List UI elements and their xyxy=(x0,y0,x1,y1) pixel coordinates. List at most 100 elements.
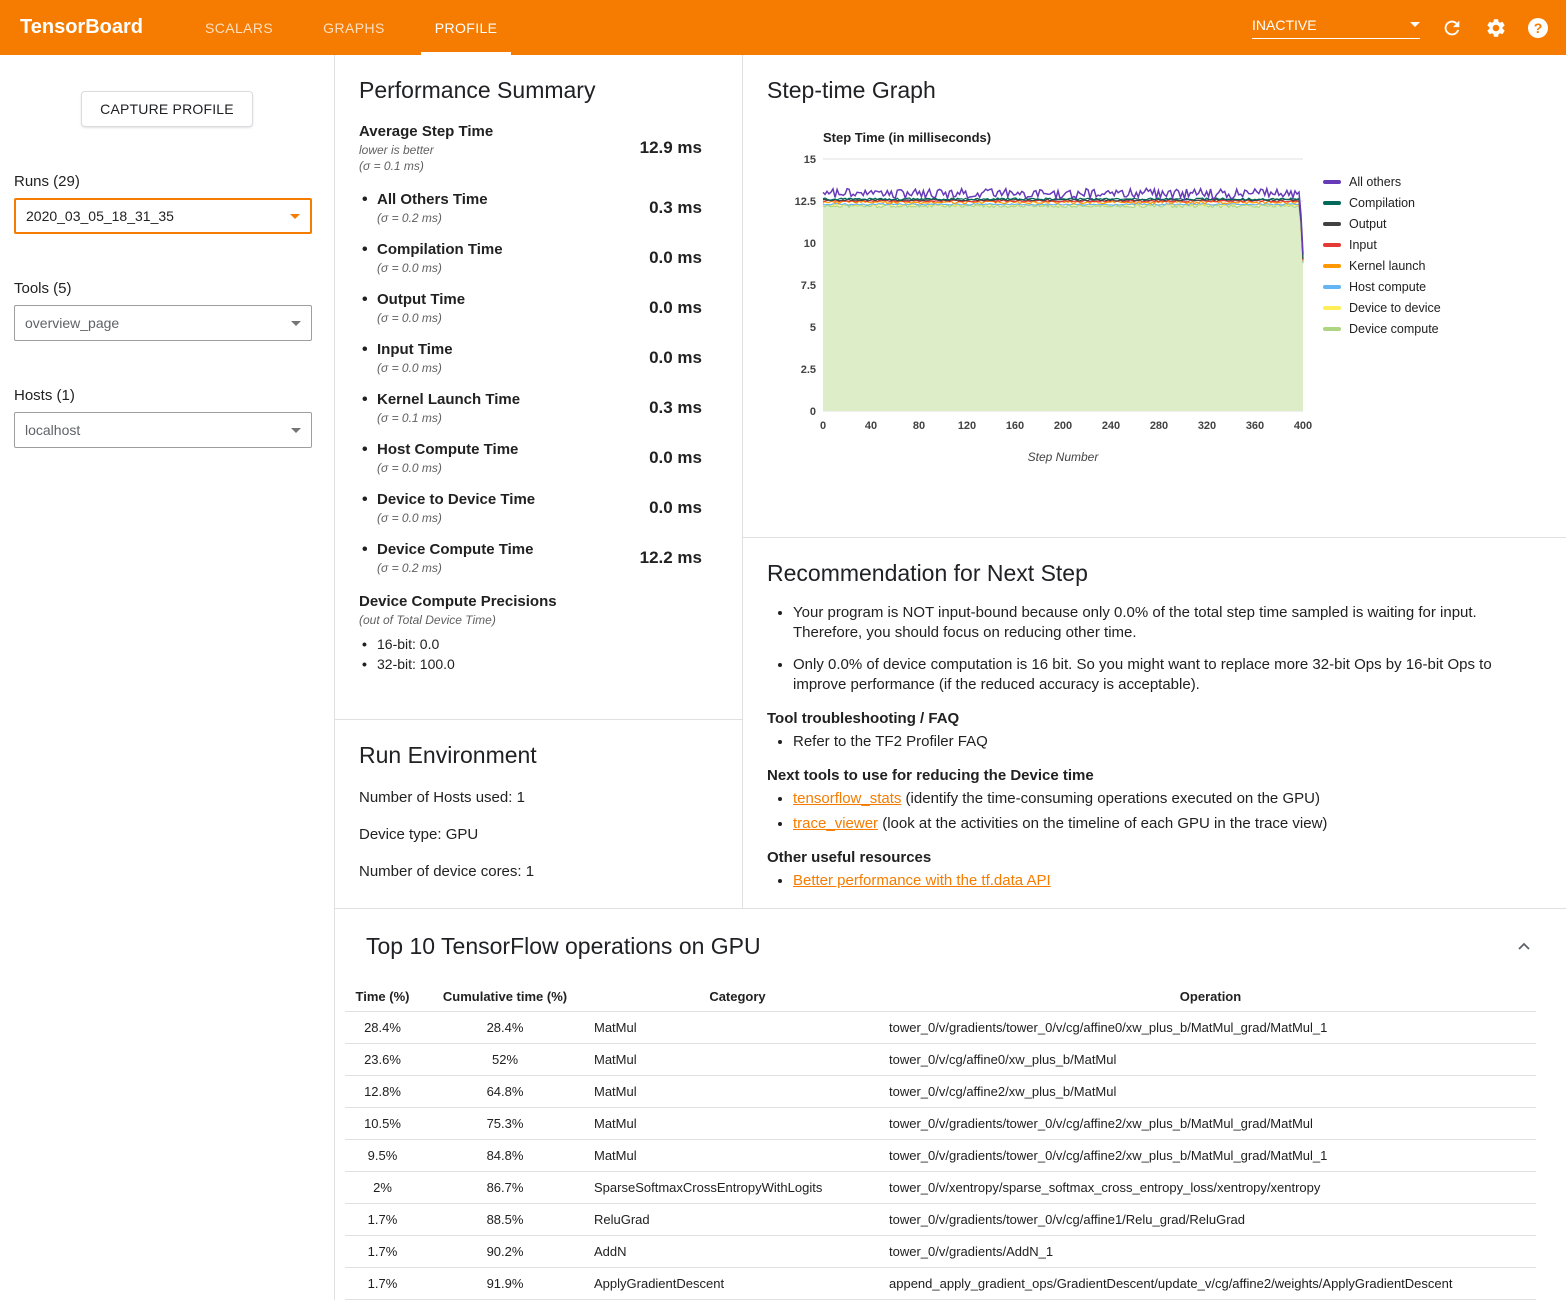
metric-sigma: (σ = 0.0 ms) xyxy=(377,510,535,526)
legend-item: Kernel launch xyxy=(1323,259,1441,273)
metric-sigma: (σ = 0.1 ms) xyxy=(359,158,493,174)
rec-link[interactable]: trace_viewer xyxy=(793,815,878,832)
right-column: Step-time Graph Step Time (in millisecon… xyxy=(743,55,1566,908)
app-root: TensorBoard SCALARSGRAPHSPROFILE INACTIV… xyxy=(0,0,1566,1300)
legend-label: Kernel launch xyxy=(1349,259,1425,273)
capture-profile-button[interactable]: CAPTURE PROFILE xyxy=(81,91,253,127)
rec-section-item: trace_viewer (look at the activities on … xyxy=(793,814,1522,834)
svg-text:40: 40 xyxy=(865,420,877,432)
svg-text:240: 240 xyxy=(1102,420,1120,432)
tab-profile[interactable]: PROFILE xyxy=(421,0,512,55)
metric-row: Host Compute Time(σ = 0.0 ms) 0.0 ms xyxy=(359,440,702,476)
top-ops-table: Time (%)Cumulative time (%)CategoryOpera… xyxy=(345,982,1536,1300)
tools-select[interactable]: overview_page xyxy=(14,305,312,341)
metric-label: Host Compute Time xyxy=(377,440,518,460)
svg-text:80: 80 xyxy=(913,420,925,432)
ops-col-header: Time (%) xyxy=(345,982,420,1012)
hosts-select[interactable]: localhost xyxy=(14,412,312,448)
rec-section-heading: Other useful resources xyxy=(767,849,1522,866)
env-line: Number of Hosts used: 1 xyxy=(359,789,718,806)
table-cell: SparseSoftmaxCrossEntropyWithLogits xyxy=(590,1172,885,1204)
tools-select-value: overview_page xyxy=(25,315,119,331)
table-cell: tower_0/v/gradients/tower_0/v/cg/affine1… xyxy=(885,1204,1536,1236)
app-header: TensorBoard SCALARSGRAPHSPROFILE INACTIV… xyxy=(0,0,1566,55)
metric-value: 12.2 ms xyxy=(640,548,702,568)
table-row: 10.5%75.3%MatMultower_0/v/gradients/towe… xyxy=(345,1108,1536,1140)
table-row: 1.7%90.2%AddNtower_0/v/gradients/AddN_1 xyxy=(345,1236,1536,1268)
gear-icon[interactable] xyxy=(1484,16,1508,40)
runs-select[interactable]: 2020_03_05_18_31_35 xyxy=(14,198,312,234)
status-dropdown[interactable]: INACTIVE xyxy=(1252,17,1420,39)
recommendation-bullet: Only 0.0% of device computation is 16 bi… xyxy=(793,655,1522,696)
metric-row: Input Time(σ = 0.0 ms) 0.0 ms xyxy=(359,340,702,376)
runs-label: Runs (29) xyxy=(14,173,320,190)
metric-row: Kernel Launch Time(σ = 0.1 ms)0.3 ms xyxy=(359,390,702,426)
metric-value: 0.0 ms xyxy=(649,348,702,368)
recommendation-bullets: Your program is NOT input-bound because … xyxy=(767,603,1522,695)
run-environment-lines: Number of Hosts used: 1Device type: GPUN… xyxy=(359,789,718,880)
chevron-down-icon xyxy=(290,214,300,219)
svg-text:120: 120 xyxy=(958,420,976,432)
chevron-down-icon xyxy=(291,428,301,433)
nav-tabs: SCALARS GRAPHS PROFILE xyxy=(180,0,522,55)
chart-area: 02.557.51012.515040801201602002402803203… xyxy=(777,149,1542,467)
table-header-row: Time (%)Cumulative time (%)CategoryOpera… xyxy=(345,982,1536,1012)
ops-col-header: Category xyxy=(590,982,885,1012)
recommendation-sections: Tool troubleshooting / FAQRefer to the T… xyxy=(767,710,1522,891)
top-ops-header: Top 10 TensorFlow operations on GPU xyxy=(345,933,1536,960)
status-value: INACTIVE xyxy=(1252,17,1317,33)
refresh-icon[interactable] xyxy=(1440,16,1464,40)
help-icon[interactable]: ? xyxy=(1528,18,1548,38)
legend-label: Input xyxy=(1349,238,1377,252)
legend-label: All others xyxy=(1349,175,1401,189)
table-row: 28.4%28.4%MatMultower_0/v/gradients/towe… xyxy=(345,1012,1536,1044)
precisions-list: 16-bit: 0.032-bit: 100.0 xyxy=(359,634,702,674)
table-cell: tower_0/v/gradients/tower_0/v/cg/affine2… xyxy=(885,1140,1536,1172)
tab-graphs[interactable]: GRAPHS xyxy=(309,0,399,55)
metric-label-group: Compilation Time(σ = 0.0 ms) xyxy=(359,240,503,276)
metric-label-group: Output Time(σ = 0.0 ms) xyxy=(359,290,465,326)
device-compute-precisions: Device Compute Precisions (out of Total … xyxy=(359,592,702,674)
metric-value: 0.0 ms xyxy=(649,498,702,518)
table-cell: tower_0/v/gradients/tower_0/v/cg/affine0… xyxy=(885,1012,1536,1044)
legend-label: Output xyxy=(1349,217,1387,231)
legend-swatch xyxy=(1323,222,1341,226)
svg-text:280: 280 xyxy=(1150,420,1168,432)
main-area: Performance Summary Average Step Time lo… xyxy=(335,55,1566,1300)
left-column: Performance Summary Average Step Time lo… xyxy=(335,55,743,908)
svg-text:12.5: 12.5 xyxy=(795,196,816,208)
rec-section-items: Refer to the TF2 Profiler FAQ xyxy=(767,732,1522,752)
runs-select-value: 2020_03_05_18_31_35 xyxy=(26,208,174,224)
metric-sigma: (σ = 0.0 ms) xyxy=(377,360,453,376)
metric-value: 12.9 ms xyxy=(640,138,702,158)
collapse-chevron-up-icon[interactable] xyxy=(1512,935,1536,959)
table-cell: 64.8% xyxy=(420,1076,590,1108)
table-cell: 84.8% xyxy=(420,1140,590,1172)
table-cell: tower_0/v/xentropy/sparse_softmax_cross_… xyxy=(885,1172,1536,1204)
tab-scalars[interactable]: SCALARS xyxy=(191,0,287,55)
metric-label-group: Host Compute Time(σ = 0.0 ms) xyxy=(359,440,518,476)
chart-legend: All others Compilation Output Input Kernel l… xyxy=(1323,175,1441,467)
svg-text:Step Number: Step Number xyxy=(1028,450,1100,464)
rec-link[interactable]: Better performance with the tf.data API xyxy=(793,872,1051,889)
ops-col-header: Cumulative time (%) xyxy=(420,982,590,1012)
rec-link[interactable]: tensorflow_stats xyxy=(793,790,901,807)
legend-swatch xyxy=(1323,327,1341,331)
metric-label-group: Input Time(σ = 0.0 ms) xyxy=(359,340,453,376)
precisions-note: (out of Total Device Time) xyxy=(359,612,702,628)
table-cell: append_apply_gradient_ops/GradientDescen… xyxy=(885,1268,1536,1300)
table-row: 9.5%84.8%MatMultower_0/v/gradients/tower… xyxy=(345,1140,1536,1172)
performance-summary-title: Performance Summary xyxy=(359,77,702,104)
metric-value: 0.0 ms xyxy=(649,448,702,468)
metric-label: Output Time xyxy=(377,290,465,310)
metric-sigma: (σ = 0.0 ms) xyxy=(377,460,518,476)
table-cell: MatMul xyxy=(590,1108,885,1140)
legend-label: Compilation xyxy=(1349,196,1415,210)
table-cell: tower_0/v/gradients/tower_0/v/cg/affine2… xyxy=(885,1108,1536,1140)
table-cell: MatMul xyxy=(590,1076,885,1108)
precision-item: 32-bit: 100.0 xyxy=(359,654,702,674)
table-body: 28.4%28.4%MatMultower_0/v/gradients/towe… xyxy=(345,1012,1536,1300)
legend-swatch xyxy=(1323,243,1341,247)
header-controls: INACTIVE ? xyxy=(1252,16,1566,40)
performance-summary-card: Performance Summary Average Step Time lo… xyxy=(335,55,742,720)
